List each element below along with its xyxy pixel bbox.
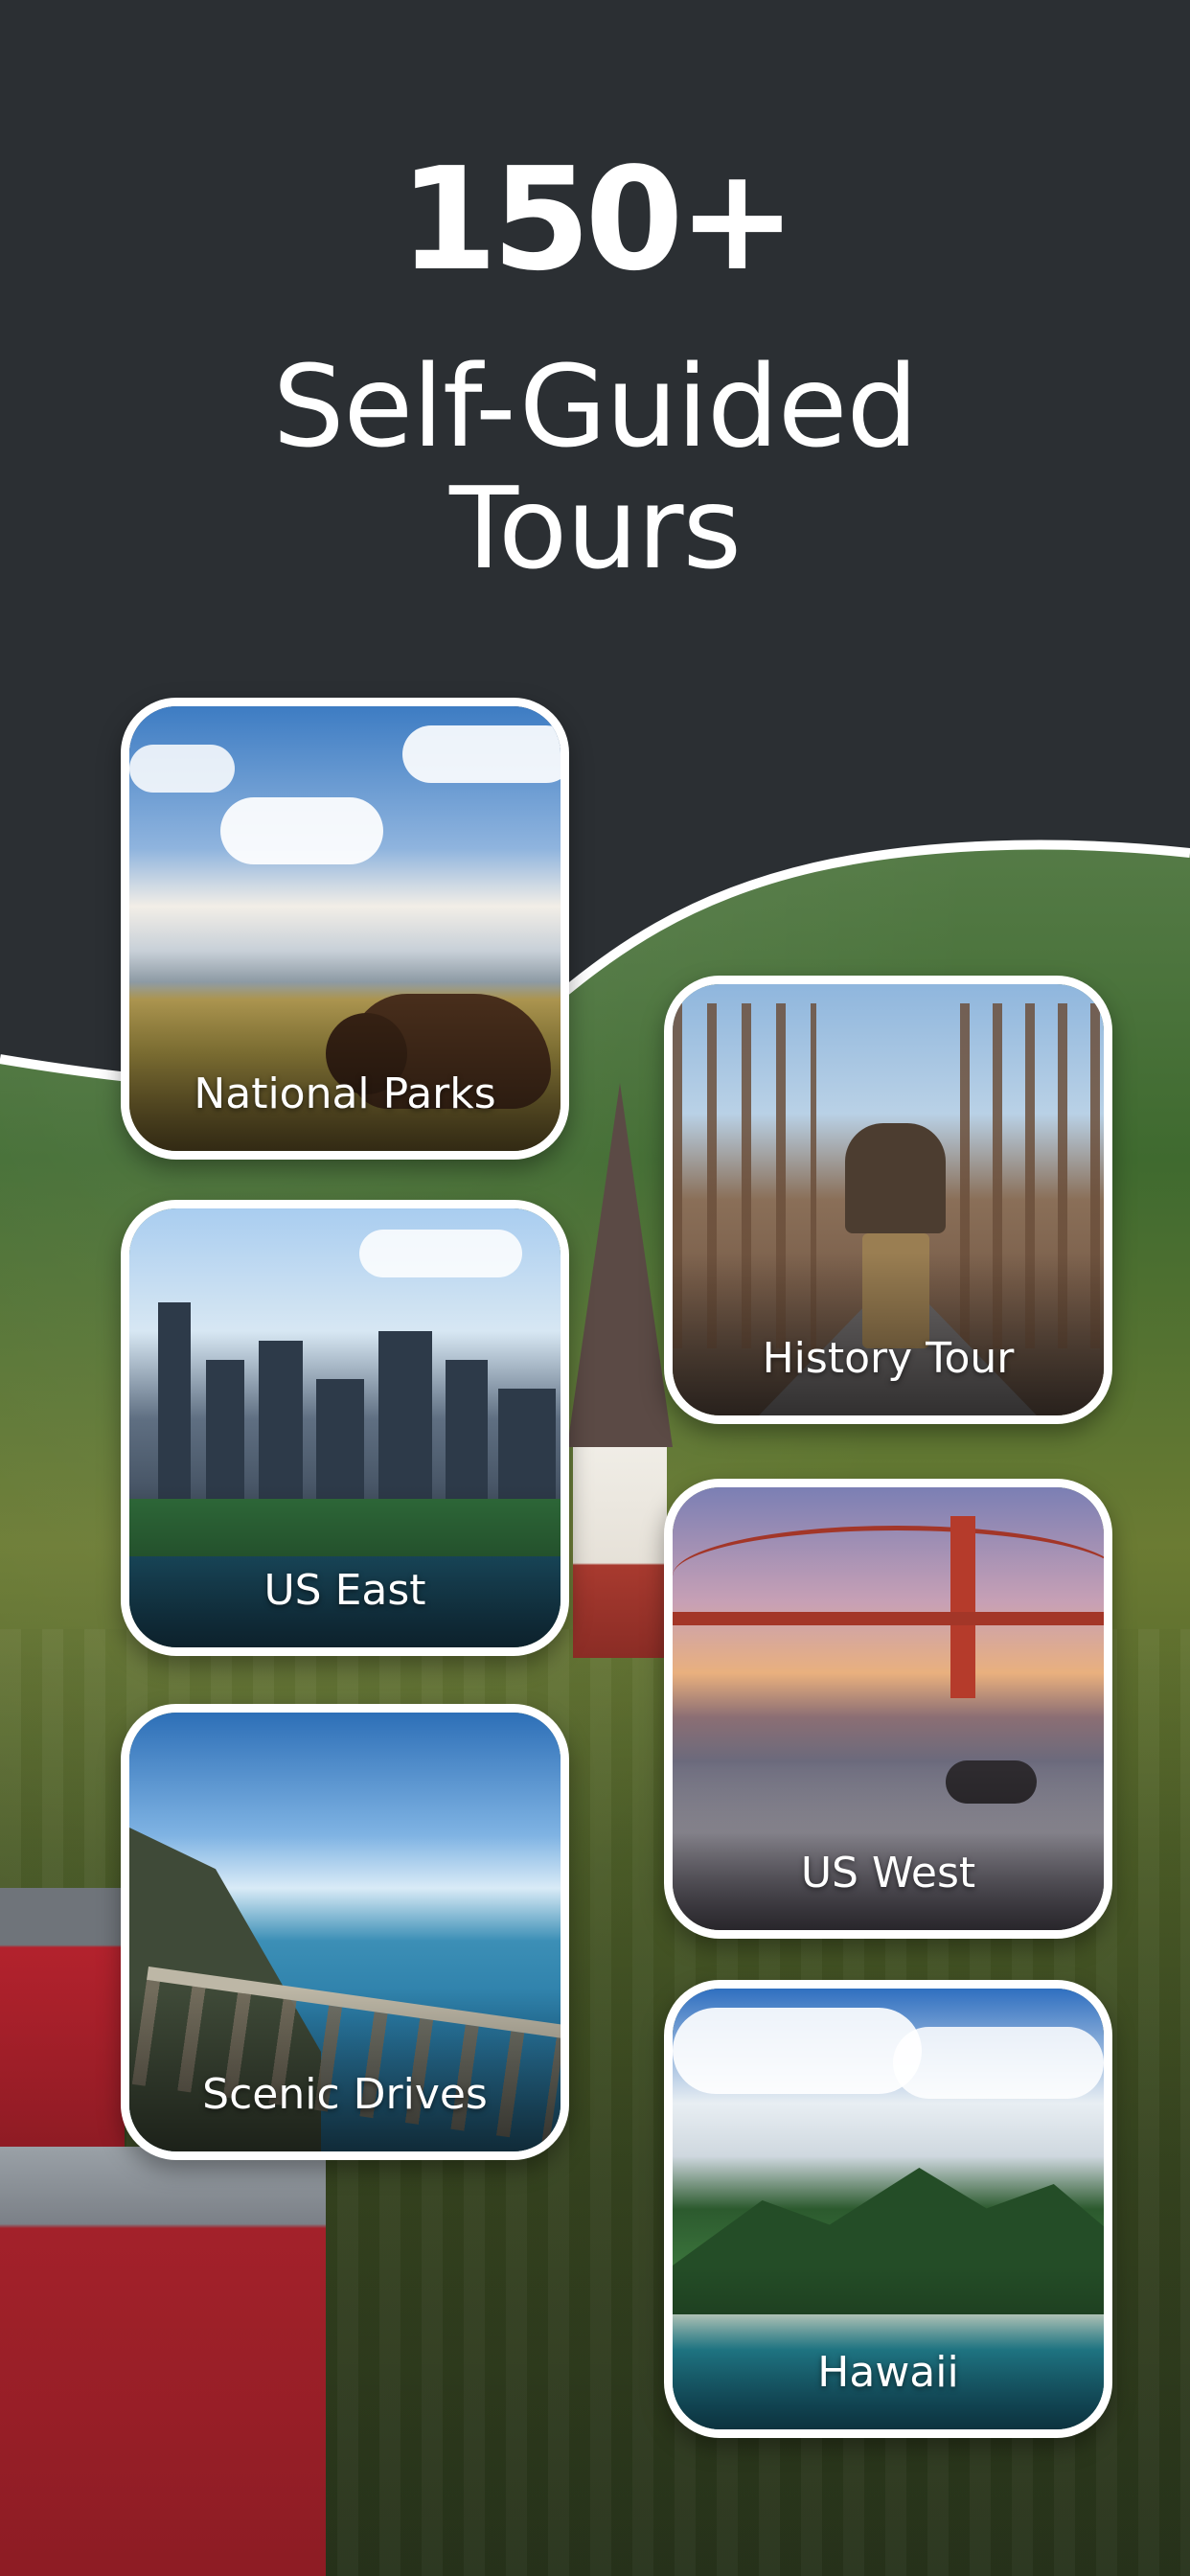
cloud (220, 797, 383, 864)
card-hawaii[interactable]: Hawaii (664, 1980, 1112, 2438)
card-label: History Tour (762, 1334, 1015, 1383)
headline-title-line2: Tours (448, 462, 742, 595)
cloud (129, 745, 235, 793)
equestrian-statue (845, 1123, 946, 1233)
red-building-left (0, 1888, 125, 2147)
bridge-deck (673, 1612, 1104, 1625)
card-us-east[interactable]: US East (121, 1200, 569, 1656)
card-label: US East (263, 1566, 426, 1615)
card-history-tour[interactable]: History Tour (664, 976, 1112, 1424)
card-label: Scenic Drives (202, 2070, 488, 2119)
cloud (359, 1230, 522, 1277)
cloud (673, 2008, 922, 2094)
headline-title-line1: Self-Guided (272, 340, 919, 472)
card-label: Hawaii (817, 2348, 959, 2397)
church-steeple (567, 1083, 673, 1658)
headline: 150+ Self-Guided Tours (0, 149, 1190, 590)
bridge-tower (950, 1516, 975, 1698)
card-scenic-drives[interactable]: Scenic Drives (121, 1704, 569, 2160)
card-national-parks[interactable]: National Parks (121, 698, 569, 1160)
tours-count: 150+ (399, 137, 797, 302)
promo-screen: 150+ Self-Guided Tours National Parks Hi… (0, 0, 1190, 2576)
card-label: US West (800, 1849, 976, 1898)
cloud (893, 2027, 1104, 2099)
cloud (402, 725, 561, 783)
headline-title: Self-Guided Tours (0, 340, 1190, 595)
card-us-west[interactable]: US West (664, 1479, 1112, 1939)
red-building (0, 2147, 326, 2576)
steeple-spire (567, 1083, 673, 1447)
steeple-tower (573, 1447, 667, 1658)
card-label: National Parks (194, 1070, 496, 1118)
